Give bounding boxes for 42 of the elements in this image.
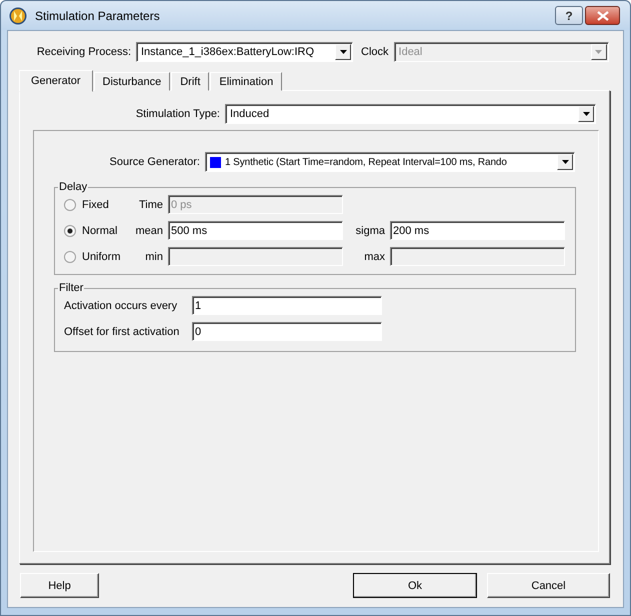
field-label: max <box>363 250 386 262</box>
window-title: Stimulation Parameters <box>35 8 161 22</box>
close-icon <box>596 10 608 20</box>
field-label: Clock <box>361 46 389 58</box>
field-label: mean <box>134 224 164 236</box>
field-label: min <box>144 250 164 262</box>
input-field[interactable]: 0 <box>192 322 382 341</box>
tab[interactable]: Elimination <box>210 72 282 91</box>
radio-button[interactable] <box>64 198 76 210</box>
process-dropdown[interactable]: Instance_1_i386ex:BatteryLow:IRQ <box>136 42 353 62</box>
close-button[interactable] <box>585 6 620 25</box>
radio-label[interactable]: Uniform <box>82 250 121 262</box>
type-dropdown[interactable]: Induced <box>225 104 596 124</box>
group-title: Delay <box>58 181 88 193</box>
field-label: Receiving Process: <box>36 46 131 58</box>
input-field[interactable]: 1 <box>192 296 382 315</box>
field-label: Stimulation Type: <box>134 108 220 120</box>
caret-icon <box>582 112 590 116</box>
input-field[interactable]: 500 ms <box>168 221 343 240</box>
field-label: Source Generator: <box>108 156 200 168</box>
group-title: Filter <box>58 282 84 294</box>
input-field[interactable]: 200 ms <box>390 221 565 240</box>
caret-icon <box>595 50 602 54</box>
field-label: sigma <box>354 224 386 236</box>
radio-button[interactable] <box>64 224 76 236</box>
tab[interactable]: Drift <box>171 72 210 91</box>
dialog-button[interactable]: Help <box>20 573 99 598</box>
field-label: Activation occurs every <box>64 300 178 312</box>
field-label: Time <box>138 198 164 210</box>
help-button[interactable]: ? <box>555 6 583 25</box>
caret-icon <box>562 160 568 164</box>
caret-icon <box>340 50 346 54</box>
generator-dropdown[interactable]: 1 Synthetic (Start Time=random, Repeat Interval=100 ms, Rando <box>205 152 575 172</box>
radio-label[interactable]: Fixed <box>82 198 109 210</box>
field-label: Offset for first activation <box>64 326 180 338</box>
radio-label[interactable]: Normal <box>82 224 118 236</box>
tab[interactable]: Generator <box>19 70 93 92</box>
app-icon <box>9 6 27 24</box>
tab[interactable]: Disturbance <box>94 72 170 91</box>
dialog-button[interactable]: Ok <box>353 573 477 598</box>
dialog-button[interactable]: Cancel <box>487 573 610 598</box>
radio-button[interactable] <box>64 250 76 262</box>
